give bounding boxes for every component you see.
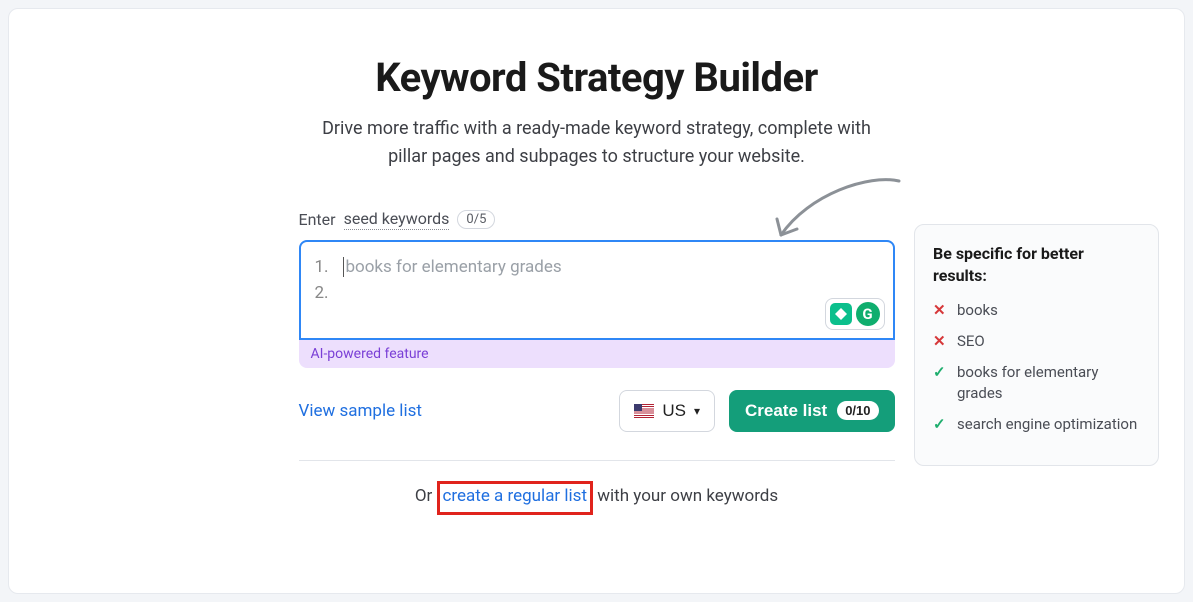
check-icon: ✓ [933,414,947,435]
highlight-box: create a regular list [437,481,594,515]
create-regular-list-link[interactable]: create a regular list [443,486,588,506]
controls-row: View sample list US ▾ Create list 0/10 [299,390,895,432]
tip-bad-item: ✕ SEO [933,331,1140,352]
seed-label-prefix: Enter [299,210,336,229]
form-area: Enter seed keywords 0/5 1. books for ele… [299,209,895,515]
country-select[interactable]: US ▾ [619,390,715,432]
us-flag-icon [634,404,654,418]
page-subtitle: Drive more traffic with a ready-made key… [307,115,887,171]
check-icon: ✓ [933,362,947,404]
diamond-icon[interactable] [830,303,852,325]
x-icon: ✕ [933,300,947,321]
seed-label-dotted[interactable]: seed keywords [344,209,450,230]
header: Keyword Strategy Builder Drive more traf… [49,54,1144,171]
tips-title: Be specific for better results: [933,243,1140,286]
tip-bad-item: ✕ books [933,300,1140,321]
seed-line-2[interactable]: 2. [315,280,879,306]
x-icon: ✕ [933,331,947,352]
editor-badges: G [825,298,885,330]
tip-good-item: ✓ books for elementary grades [933,362,1140,404]
country-label: US [662,401,686,421]
page-title: Keyword Strategy Builder [49,54,1144,101]
seed-placeholder: books for elementary grades [346,257,562,277]
grammarly-icon[interactable]: G [856,302,880,326]
chevron-down-icon: ▾ [694,404,700,418]
alt-prefix: Or [415,486,437,506]
create-list-button[interactable]: Create list 0/10 [729,390,895,432]
seed-input[interactable]: 1. books for elementary grades 2. G [299,240,895,340]
main-card: Keyword Strategy Builder Drive more traf… [8,8,1185,594]
seed-count-pill: 0/5 [457,210,495,229]
create-list-label: Create list [745,401,827,421]
create-count-pill: 0/10 [837,401,878,420]
ai-feature-bar: AI-powered feature [299,340,895,368]
seed-label-row: Enter seed keywords 0/5 [299,209,895,230]
alt-suffix: with your own keywords [593,486,778,506]
seed-line-1[interactable]: 1. books for elementary grades [315,254,879,281]
divider [299,460,895,461]
view-sample-link[interactable]: View sample list [299,401,422,421]
tip-good-item: ✓ search engine optimization [933,414,1140,435]
tips-panel: Be specific for better results: ✕ books … [914,224,1159,466]
alt-create-line: Or create a regular list with your own k… [299,481,895,515]
